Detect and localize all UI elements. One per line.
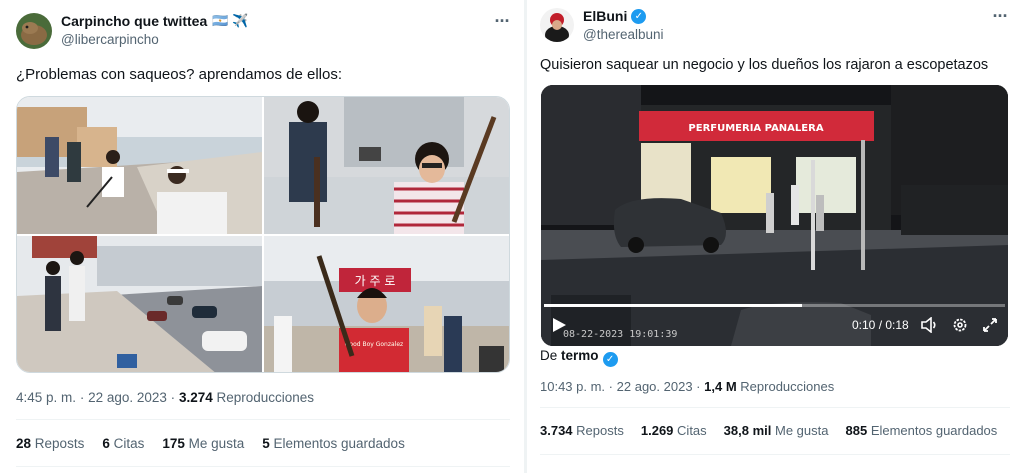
video-time-display: 0:10 / 0:18	[852, 318, 909, 332]
tweet-text: Quisieron saquear un negocio y los dueño…	[540, 57, 989, 73]
views-label: Reproducciones	[740, 379, 835, 394]
author-name-row[interactable]: Carpincho que twittea 🇦🇷 ✈️	[61, 13, 248, 29]
tweet-left-header: Carpincho que twittea 🇦🇷 ✈️ @libercarpin…	[16, 13, 248, 49]
photo-grid: 가 주 로 Good Boy Gonzalez	[16, 96, 510, 373]
tweet-date[interactable]: 22 ago. 2023	[617, 379, 693, 394]
divider-bottom	[540, 454, 1010, 455]
tweet-time[interactable]: 10:43 p. m.	[540, 379, 605, 394]
author-handle[interactable]: @libercarpincho	[61, 32, 248, 47]
volume-icon[interactable]	[921, 316, 939, 334]
video-player[interactable]: PERFUMERIA PANALERA 08-22-2023 19:01:39 …	[541, 85, 1008, 346]
photo-rooftop-1[interactable]	[17, 97, 262, 234]
video-progress-track[interactable]	[802, 304, 1005, 307]
more-options-icon[interactable]: ···	[491, 11, 513, 31]
author-emojis: 🇦🇷 ✈️	[212, 13, 249, 28]
author-handle[interactable]: @therealbuni	[583, 27, 664, 42]
from-label: De	[540, 348, 558, 363]
tweet-right-stats: 3.734 Reposts 1.269 Citas 38,8 mil Me gu…	[540, 423, 997, 438]
tweet-time[interactable]: 4:45 p. m.	[16, 390, 76, 405]
tweet-right-header: ElBuni ✓ @therealbuni	[540, 8, 664, 42]
store-sign: PERFUMERIA PANALERA	[688, 123, 823, 134]
author-name[interactable]: Carpincho que twittea	[61, 13, 207, 29]
photo-sign-text: 가 주 로	[355, 274, 396, 288]
author-name-row[interactable]: ElBuni ✓	[583, 8, 664, 24]
tweet-date[interactable]: 22 ago. 2023	[88, 390, 167, 405]
stat-reposts[interactable]: 28 Reposts	[16, 436, 84, 451]
tweet-left-stats: 28 Reposts 6 Citas 175 Me gusta 5 Elemen…	[16, 436, 423, 451]
tweet-right-meta: 10:43 p. m. · 22 ago. 2023 · 1,4 M Repro…	[540, 379, 835, 394]
divider-top	[16, 419, 510, 420]
screenshot-root: Carpincho que twittea 🇦🇷 ✈️ @libercarpin…	[0, 0, 1024, 473]
views-count: 3.274	[178, 390, 213, 405]
stat-reposts[interactable]: 3.734 Reposts	[540, 423, 624, 438]
stat-quotes[interactable]: 1.269 Citas	[641, 423, 707, 438]
photo-street-rooftop[interactable]	[17, 236, 262, 372]
video-source-attribution: De termo ✓	[540, 348, 618, 367]
photo-shirt-text: Good Boy Gonzalez	[345, 341, 403, 348]
avatar[interactable]	[540, 8, 574, 42]
tweet-text: ¿Problemas con saqueos? aprendamos de el…	[16, 66, 343, 83]
views-count: 1,4 M	[704, 379, 737, 394]
divider-bottom	[16, 466, 510, 467]
from-source-link[interactable]: termo	[561, 348, 599, 363]
tweet-left: Carpincho que twittea 🇦🇷 ✈️ @libercarpin…	[0, 0, 524, 473]
photo-smiling-man[interactable]: 가 주 로 Good Boy Gonzalez	[264, 236, 509, 372]
tweet-left-meta: 4:45 p. m. · 22 ago. 2023 · 3.274 Reprod…	[16, 390, 315, 405]
divider-top	[540, 407, 1010, 408]
stat-likes[interactable]: 38,8 mil Me gusta	[724, 423, 829, 438]
video-progress-fill	[544, 304, 802, 307]
author-name[interactable]: ElBuni	[583, 8, 627, 24]
fullscreen-icon[interactable]	[982, 317, 998, 333]
views-label: Reproducciones	[216, 390, 315, 405]
more-options-icon[interactable]: ···	[989, 6, 1011, 26]
settings-gear-icon[interactable]	[952, 317, 968, 333]
stat-likes[interactable]: 175 Me gusta	[162, 436, 244, 451]
video-timestamp-overlay: 08-22-2023 19:01:39	[563, 329, 678, 340]
column-divider	[524, 0, 527, 473]
stat-bookmarks[interactable]: 885 Elementos guardados	[845, 423, 997, 438]
stat-quotes[interactable]: 6 Citas	[102, 436, 144, 451]
photo-armed-men[interactable]	[264, 97, 509, 234]
verified-badge-icon: ✓	[631, 8, 647, 24]
verified-badge-icon: ✓	[602, 352, 618, 367]
stat-bookmarks[interactable]: 5 Elementos guardados	[262, 436, 405, 451]
avatar[interactable]	[16, 13, 52, 49]
